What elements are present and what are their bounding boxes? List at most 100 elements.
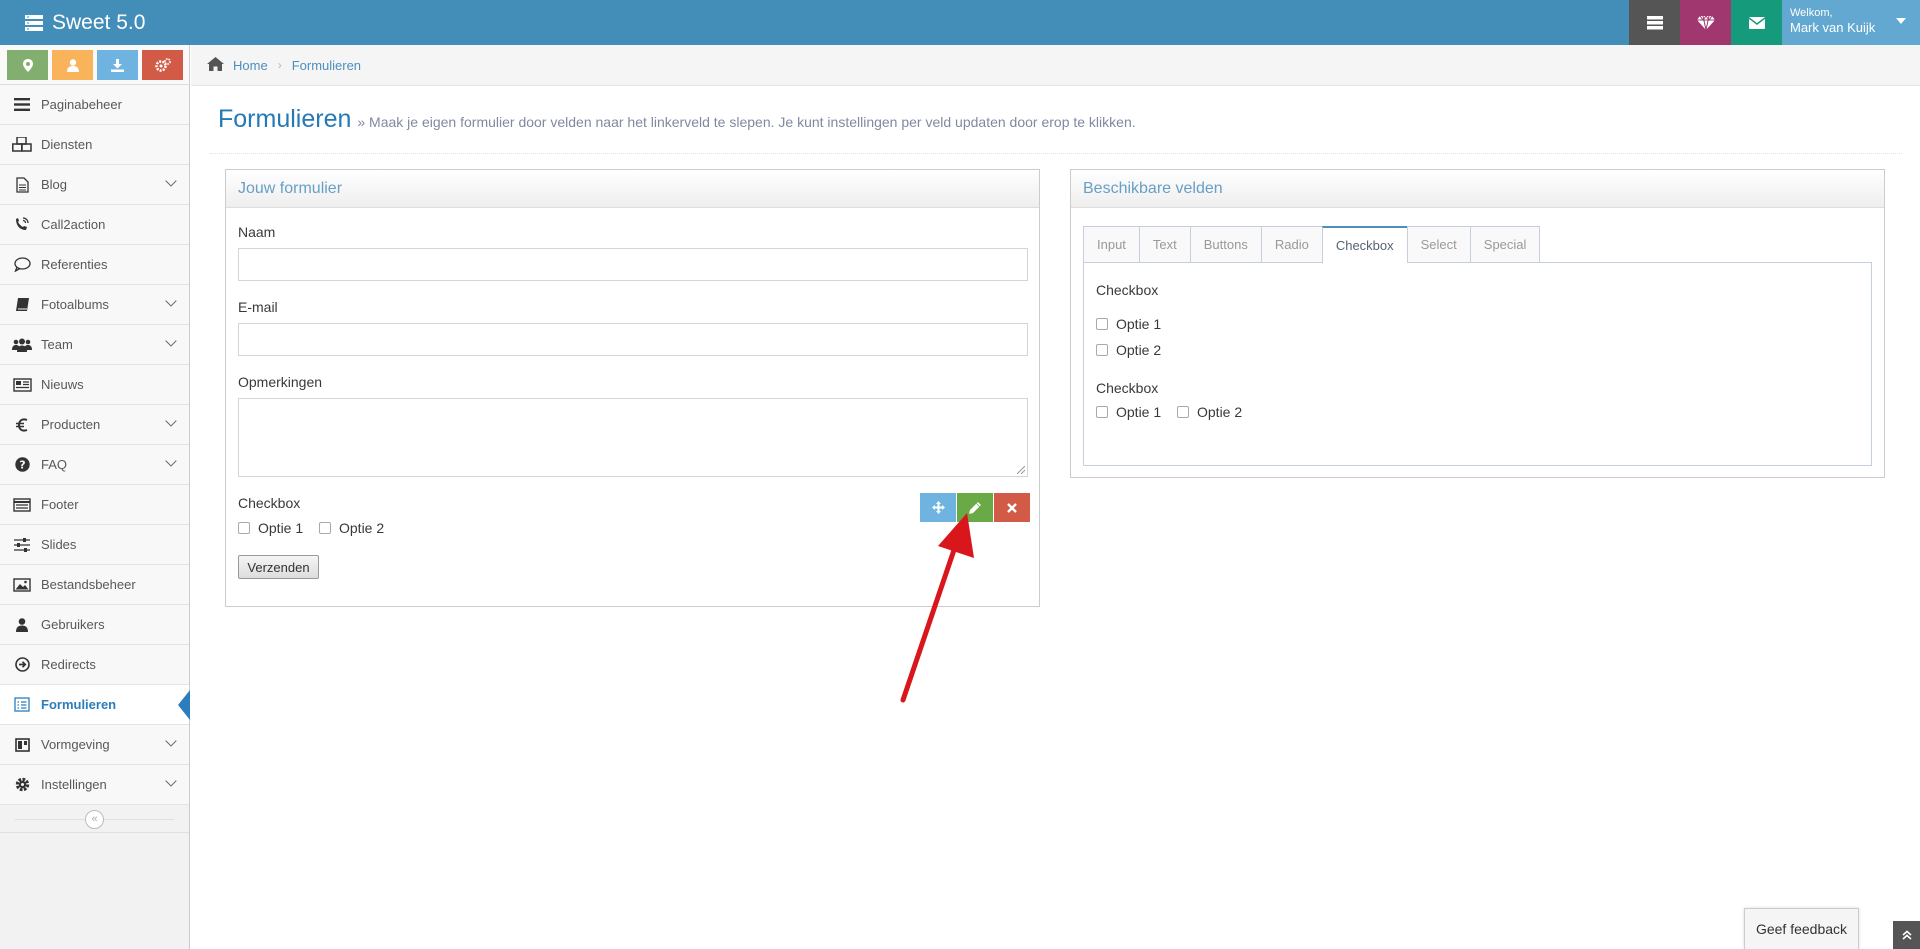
sidebar-item-label: Redirects [41,657,96,672]
sidebar-item-formulieren[interactable]: Formulieren [0,685,190,725]
chevron-down-icon [165,335,177,347]
envelope-icon [1748,16,1765,29]
checkbox-option-label: Optie 1 [1116,316,1162,332]
checkbox-box[interactable] [1096,406,1108,418]
bars-icon [11,98,33,111]
app-title: Sweet 5.0 [52,10,146,34]
delete-field-button[interactable] [994,493,1030,522]
sidebar-item-label: Producten [41,417,101,432]
checkbox-option-label: Optie 1 [258,520,304,536]
checkbox-option-1[interactable]: Optie 1 [238,520,303,536]
sidebar-item-label: Instellingen [41,777,107,792]
sidebar-item-producten[interactable]: Producten [0,405,189,445]
email-input[interactable] [238,323,1028,356]
resize-grip-icon[interactable] [1017,466,1025,474]
template-checkbox-option-2[interactable]: Optie 2 [1177,404,1242,420]
double-angle-up-icon [1901,930,1912,940]
shortcut-user-button[interactable] [52,50,93,80]
sidebar-item-bestandsbeheer[interactable]: Bestandsbeheer [0,565,189,605]
template-checkbox-option-2[interactable]: Optie 2 [1096,342,1161,358]
messages-button[interactable] [1731,0,1782,45]
sidebar-item-instellingen[interactable]: Instellingen [0,765,189,805]
page-subtitle: » Maak je eigen formulier door velden na… [357,114,1136,130]
checkbox-box[interactable] [319,522,331,534]
email-label: E-mail [238,299,278,315]
field-type-tabs: Input Text Buttons Radio Checkbox Select… [1083,226,1541,264]
phone-volume-icon [11,217,33,232]
checkbox-box[interactable] [1096,318,1108,330]
checkbox-option-label: Optie 2 [339,520,385,536]
sidebar-item-vormgeving[interactable]: Vormgeving [0,725,189,765]
sidebar-item-diensten[interactable]: Diensten [0,125,189,165]
tab-checkbox[interactable]: Checkbox [1321,226,1407,264]
breadcrumb: Home › Formulieren [191,45,1920,86]
brand[interactable]: Sweet 5.0 [24,0,145,45]
shortcut-download-button[interactable] [97,50,138,80]
tab-content-checkbox: Checkbox Optie 1 Optie 2 Checkbox Optie … [1083,262,1872,466]
users-icon [11,338,33,352]
breadcrumb-home-link[interactable]: Home [233,58,268,73]
sidebar-item-call2action[interactable]: Call2action [0,205,189,245]
sidebar-item-team[interactable]: Team [0,325,189,365]
sidebar-item-label: Gebruikers [41,617,105,632]
sidebar-item-gebruikers[interactable]: Gebruikers [0,605,189,645]
sidebar-item-label: Referenties [41,257,108,272]
tab-text[interactable]: Text [1138,226,1190,263]
sidebar-item-label: Vormgeving [41,737,110,752]
sidebar-item-label: Call2action [41,217,106,232]
sidebar-item-redirects[interactable]: Redirects [0,645,189,685]
checkbox-option-label: Optie 2 [1197,404,1243,420]
checkbox-box[interactable] [1096,344,1108,356]
name-input[interactable] [238,248,1028,281]
sidebar-item-nieuws[interactable]: Nieuws [0,365,189,405]
close-icon [1007,502,1017,513]
checkbox-box[interactable] [1177,406,1189,418]
sidebar-item-slides[interactable]: Slides [0,525,189,565]
feedback-button[interactable]: Geef feedback [1744,908,1859,949]
tab-input[interactable]: Input [1083,226,1139,263]
user-menu[interactable]: Welkom, Mark van Kuijk [1782,0,1920,45]
tasks-button[interactable] [1629,0,1680,45]
arrow-circle-right-icon [11,657,33,672]
sidebar-item-referenties[interactable]: Referenties [0,245,189,285]
sidebar-item-label: Diensten [41,137,93,152]
shortcut-location-button[interactable] [7,50,48,80]
sliders-icon [11,537,33,552]
sidebar-item-paginabeheer[interactable]: Paginabeheer [0,85,189,125]
tab-special[interactable]: Special [1469,226,1541,263]
tab-radio[interactable]: Radio [1260,226,1322,263]
sidebar-shortcuts [0,45,189,85]
home-icon [207,56,224,74]
form-builder-title: Jouw formulier [226,170,1039,208]
sidebar-item-blog[interactable]: Blog [0,165,189,205]
diamond-button[interactable] [1680,0,1731,45]
checkbox-box[interactable] [238,522,250,534]
sidebar-item-fotoalbums[interactable]: Fotoalbums [0,285,189,325]
sidebar-item-footer[interactable]: Footer [0,485,189,525]
download-icon [111,58,124,72]
sidebar-collapse: « [0,805,189,833]
remarks-textarea[interactable] [238,398,1028,477]
breadcrumb-current-link[interactable]: Formulieren [292,58,361,73]
question-circle-icon: ? [11,457,33,472]
template-checkbox-option-1[interactable]: Optie 1 [1096,404,1161,420]
double-angle-left-icon[interactable]: « [85,810,104,829]
comment-icon [11,257,33,272]
gear-icon [11,777,33,792]
tab-select[interactable]: Select [1406,226,1470,263]
sidebar-item-faq[interactable]: ? FAQ [0,445,189,485]
checkbox-option-2[interactable]: Optie 2 [319,520,384,536]
scroll-top-button[interactable] [1893,921,1920,949]
annotation-arrow-icon [900,513,974,703]
user-icon [11,617,33,632]
sidebar-item-label: Footer [41,497,79,512]
submit-button[interactable]: Verzenden [238,555,319,579]
shortcut-settings-button[interactable] [142,50,183,80]
chevron-down-icon [165,175,177,187]
template-checkbox-option-1[interactable]: Optie 1 [1096,316,1161,332]
sidebar-item-label: Slides [41,537,77,552]
svg-text:?: ? [19,459,25,472]
template-checkbox-label: Checkbox [1096,282,1159,298]
tab-buttons[interactable]: Buttons [1189,226,1261,263]
available-fields-widget: Beschikbare velden Input Text Buttons Ra… [1070,169,1885,478]
